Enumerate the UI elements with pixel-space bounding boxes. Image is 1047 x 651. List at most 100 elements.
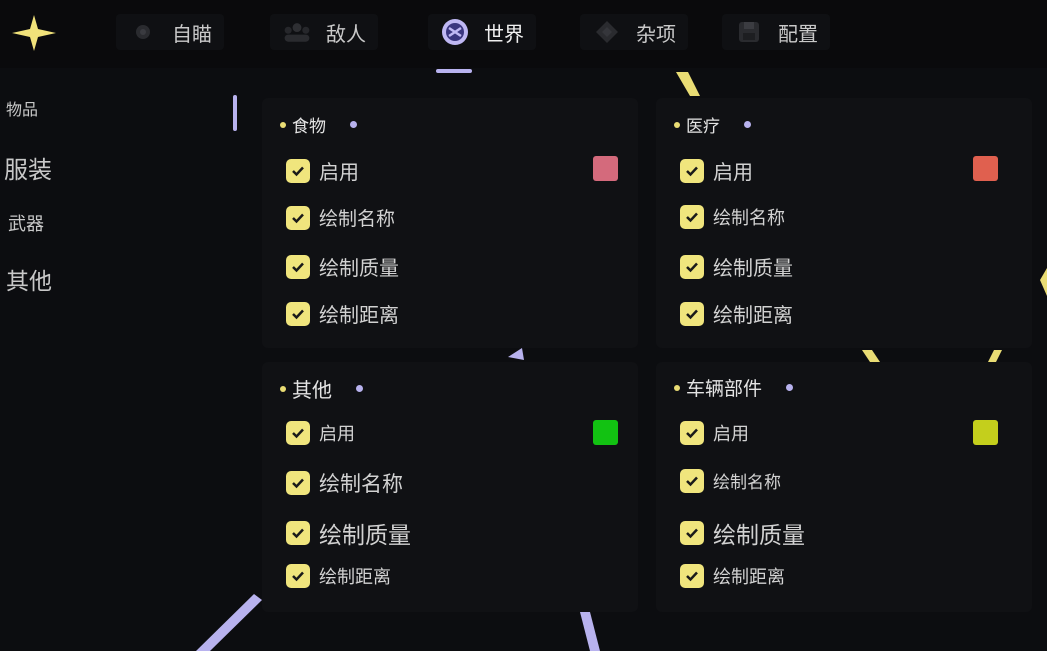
tab-label: 敌人 — [326, 21, 366, 46]
checkmark-icon — [286, 301, 310, 326]
crosshair-icon — [128, 17, 158, 47]
checkmark-icon — [286, 254, 310, 279]
active-tab-indicator — [436, 69, 472, 73]
color-swatch[interactable] — [973, 420, 998, 445]
draw-distance-checkbox[interactable]: 绘制距离 — [286, 299, 399, 328]
panel-title-text: 其他 — [292, 378, 332, 402]
option-label: 绘制名称 — [319, 208, 396, 230]
bullet-dot-icon — [280, 121, 286, 128]
checkmark-icon — [286, 158, 310, 183]
sidebar-item-label: 物品 — [6, 100, 39, 119]
enable-label: 启用 — [319, 160, 359, 184]
bullet-dot-icon — [674, 121, 680, 128]
tab-enemies[interactable]: 敌人 — [270, 14, 378, 50]
enable-checkbox[interactable]: 启用 — [286, 420, 355, 446]
save-icon — [734, 17, 764, 47]
tab-label: 配置 — [778, 21, 818, 46]
option-label: 绘制质量 — [319, 256, 399, 280]
tab-label: 自瞄 — [172, 21, 212, 46]
enable-label: 启用 — [713, 424, 749, 445]
checkmark-icon — [680, 564, 704, 588]
panel-vehicle-parts: 车辆部件 启用 绘制名称 绘制质量 绘制距离 — [656, 362, 1032, 612]
checkmark-icon — [286, 421, 310, 445]
bullet-dot-icon — [786, 384, 794, 391]
panel-title: 医疗 — [674, 112, 751, 137]
draw-name-checkbox[interactable]: 绘制名称 — [286, 468, 403, 498]
tab-label: 杂项 — [636, 21, 676, 46]
option-label: 绘制名称 — [319, 472, 403, 496]
option-label: 绘制质量 — [319, 523, 411, 549]
draw-quality-checkbox[interactable]: 绘制质量 — [286, 252, 399, 281]
panel-medical: 医疗 启用 绘制名称 绘制质量 绘制距离 — [656, 98, 1032, 348]
bullet-dot-icon — [674, 384, 680, 391]
draw-distance-checkbox[interactable]: 绘制距离 — [680, 563, 785, 589]
tab-world[interactable]: 世界 — [428, 14, 536, 50]
enemy-group-icon — [282, 17, 312, 47]
sidebar-item-label: 其他 — [6, 269, 52, 295]
checkmark-icon — [680, 301, 704, 326]
draw-distance-checkbox[interactable]: 绘制距离 — [286, 563, 391, 589]
globe-icon — [440, 17, 470, 47]
sidebar-scroll-indicator[interactable] — [233, 95, 237, 131]
panel-title: 车辆部件 — [674, 374, 794, 401]
sidebar-item-items[interactable]: 物品 — [6, 96, 38, 120]
color-swatch[interactable] — [593, 156, 618, 181]
color-swatch[interactable] — [973, 156, 998, 181]
panel-other: 其他 启用 绘制名称 绘制质量 绘制距离 — [262, 362, 638, 612]
checkmark-icon — [286, 205, 310, 230]
enable-label: 启用 — [713, 160, 753, 184]
app-window: 自瞄 敌人 世界 杂项 配置 物品 服装 武器 其他 食物 启用 绘制名称 绘制… — [0, 0, 1047, 651]
sidebar: 物品 服装 武器 其他 — [0, 82, 240, 651]
draw-distance-checkbox[interactable]: 绘制距离 — [680, 299, 793, 328]
draw-name-checkbox[interactable]: 绘制名称 — [680, 204, 785, 230]
panel-title-text: 车辆部件 — [686, 378, 763, 400]
sidebar-item-weapons[interactable]: 武器 — [8, 210, 44, 236]
draw-quality-checkbox[interactable]: 绘制质量 — [680, 516, 805, 550]
option-label: 绘制距离 — [319, 303, 399, 327]
option-label: 绘制名称 — [713, 208, 785, 229]
sidebar-item-label: 服装 — [4, 156, 52, 184]
bullet-dot-icon — [356, 385, 363, 392]
option-label: 绘制名称 — [713, 473, 781, 493]
sparkle-logo-icon — [12, 15, 56, 51]
enable-checkbox[interactable]: 启用 — [286, 156, 359, 185]
sidebar-item-clothing[interactable]: 服装 — [4, 150, 52, 185]
panel-title: 食物 — [280, 112, 357, 137]
bullet-dot-icon — [744, 121, 751, 128]
draw-name-checkbox[interactable]: 绘制名称 — [680, 468, 781, 493]
option-label: 绘制质量 — [713, 256, 793, 280]
tab-aim[interactable]: 自瞄 — [116, 14, 224, 50]
color-swatch[interactable] — [593, 420, 618, 445]
top-navigation-bar: 自瞄 敌人 世界 杂项 配置 — [0, 0, 1047, 73]
checkmark-icon — [680, 158, 704, 183]
option-label: 绘制质量 — [713, 523, 805, 549]
sidebar-item-label: 武器 — [8, 214, 44, 235]
option-label: 绘制距离 — [319, 567, 391, 588]
cube-icon — [592, 17, 622, 47]
draw-quality-checkbox[interactable]: 绘制质量 — [680, 252, 793, 281]
option-label: 绘制距离 — [713, 567, 785, 588]
bullet-dot-icon — [280, 385, 286, 392]
sidebar-item-other[interactable]: 其他 — [6, 262, 52, 296]
panel-title-text: 食物 — [292, 117, 326, 137]
checkmark-icon — [680, 468, 704, 493]
panel-food: 食物 启用 绘制名称 绘制质量 绘制距离 — [262, 98, 638, 348]
enable-label: 启用 — [319, 424, 355, 445]
checkmark-icon — [680, 421, 704, 445]
enable-checkbox[interactable]: 启用 — [680, 420, 749, 446]
draw-name-checkbox[interactable]: 绘制名称 — [286, 204, 395, 231]
checkmark-icon — [286, 521, 310, 545]
panel-title-text: 医疗 — [686, 117, 720, 137]
option-label: 绘制距离 — [713, 303, 793, 327]
checkmark-icon — [680, 521, 704, 545]
tab-label: 世界 — [484, 21, 524, 46]
tab-config[interactable]: 配置 — [722, 14, 830, 50]
checkmark-icon — [286, 471, 310, 495]
checkmark-icon — [680, 205, 704, 229]
checkmark-icon — [286, 564, 310, 588]
draw-quality-checkbox[interactable]: 绘制质量 — [286, 516, 411, 550]
bullet-dot-icon — [350, 121, 357, 128]
enable-checkbox[interactable]: 启用 — [680, 156, 753, 185]
panel-title: 其他 — [280, 374, 363, 403]
tab-misc[interactable]: 杂项 — [580, 14, 688, 50]
